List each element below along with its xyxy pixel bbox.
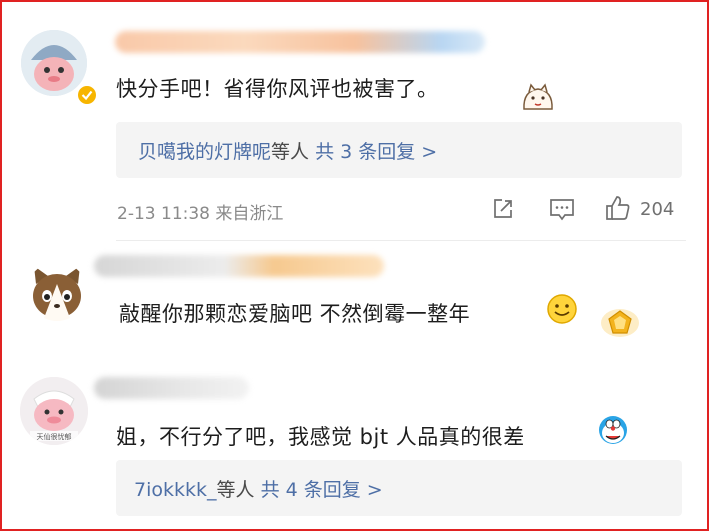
- reply-usernames[interactable]: 7iokkkk_: [134, 479, 217, 501]
- share-icon[interactable]: [490, 196, 516, 226]
- reply-others-label: 等人: [216, 479, 255, 501]
- reply-count-link[interactable]: 共 3 条回复 >: [315, 141, 437, 163]
- comment-location: 来自浙江: [215, 204, 284, 224]
- comment-meta: 2-13 11:38 来自浙江: [117, 199, 283, 224]
- reply-summary[interactable]: 7iokkkk_等人 共 4 条回复 >: [116, 460, 682, 516]
- avatar-caption: 天仙很忧郁: [36, 433, 72, 441]
- username-blurred[interactable]: [115, 31, 485, 53]
- avatar-image: [33, 266, 81, 321]
- comment-divider: [116, 240, 686, 241]
- comment-text: 姐，不行分了吧，我感觉 bjt 人品真的很差: [116, 425, 525, 449]
- verified-badge: [76, 84, 98, 106]
- avatar[interactable]: 天仙很忧郁: [20, 377, 88, 445]
- reply-summary[interactable]: 贝噶我的灯牌呢等人 共 3 条回复 >: [116, 122, 682, 178]
- username-blurred[interactable]: [94, 377, 249, 399]
- doraemon-emoji-icon: [597, 414, 629, 450]
- avatar[interactable]: [26, 262, 88, 324]
- reply-others-label: 等人: [271, 141, 310, 163]
- like-count: 204: [640, 199, 675, 220]
- fan-badge-icon: [600, 307, 640, 343]
- comment-date: 2-13: [117, 204, 156, 224]
- sticker-icon: [521, 83, 555, 117]
- comment-text: 快分手吧！省得你风评也被害了。: [116, 77, 439, 101]
- smile-emoji-icon: [546, 293, 578, 329]
- reply-usernames[interactable]: 贝噶我的灯牌呢: [138, 141, 271, 163]
- comment-time: 11:38: [161, 204, 210, 224]
- username-blurred[interactable]: [94, 255, 384, 277]
- comment-text: 敲醒你那颗恋爱脑吧 不然倒霉一整年: [119, 302, 471, 326]
- reply-count-link[interactable]: 共 4 条回复 >: [261, 479, 383, 501]
- comment-icon[interactable]: [548, 196, 576, 226]
- like-icon[interactable]: [604, 194, 632, 226]
